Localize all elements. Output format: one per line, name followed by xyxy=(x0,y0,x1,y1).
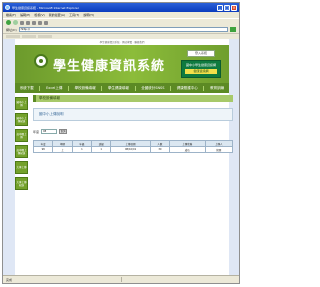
maximize-button[interactable]: □ xyxy=(224,4,230,11)
sidebar-item-label: 高中職上傳 xyxy=(16,132,27,139)
menu-tools[interactable]: 工具(T) xyxy=(69,13,79,17)
table-cell: 上 xyxy=(52,146,73,153)
menu-favorites[interactable]: 我的最愛(A) xyxy=(49,13,65,17)
sidebar-item-label: 國中小上傳 xyxy=(16,100,27,107)
site-logo xyxy=(34,54,48,68)
nav-divider xyxy=(39,85,41,91)
breadcrumb: 學校設備填報 xyxy=(33,95,233,102)
go-button[interactable] xyxy=(230,27,236,32)
table-cell: 98/10/01 xyxy=(110,146,151,153)
security-zone xyxy=(120,277,237,282)
menu-file[interactable]: 檔案(F) xyxy=(6,13,16,17)
ie-icon xyxy=(5,5,10,10)
nav-item-download[interactable]: 系統下載 xyxy=(20,86,34,91)
sidebar-item-label: 大專上傳 xyxy=(16,166,27,169)
toolbar xyxy=(3,18,239,26)
table-cell: 30 xyxy=(149,146,171,153)
refresh-icon[interactable] xyxy=(26,20,30,25)
page-viewport: 學生健康資訊系統 ‧ 網站導覽 ‧ 聯絡我們 學生健康資訊系統 登入系統 國中小… xyxy=(3,39,239,275)
sidebar-item-high-upload[interactable]: 高中職上傳 xyxy=(15,129,28,142)
sidebar-item-college-records[interactable]: 大專上傳紀錄 xyxy=(15,177,28,190)
query-row: 年度 98 查詢 xyxy=(33,129,233,134)
upload-table: 年度 學期 年級 班級 上傳日期 人數 上傳狀態 上傳人 98 上 1 1 98… xyxy=(32,140,234,153)
promo-banner[interactable]: 國中小學生健康資訊網 健康資訊網 xyxy=(181,60,221,78)
close-button[interactable]: × xyxy=(231,4,237,11)
nav-divider xyxy=(203,85,205,91)
breadcrumb-label: 學校設備填報 xyxy=(39,96,60,100)
sidebar-item-label: 高中職上傳紀錄 xyxy=(16,148,27,155)
panel-header: 國中小上傳說明 xyxy=(33,108,233,121)
table-row[interactable]: 98 上 1 1 98/10/01 30 成功 管理 xyxy=(32,146,234,153)
home-icon[interactable] xyxy=(32,20,36,25)
table-cell: 管理 xyxy=(204,146,234,153)
sidebar-item-label: 國中小上傳紀錄 xyxy=(16,116,27,123)
stop-icon[interactable] xyxy=(20,20,24,25)
search-icon[interactable] xyxy=(38,20,42,25)
address-input[interactable]: http:// xyxy=(18,27,228,32)
status-text: 完成 xyxy=(6,277,13,282)
sidebar-item-elementary-records[interactable]: 國中小上傳紀錄 xyxy=(15,113,28,126)
browser-window: 學生健康資訊系統 - Microsoft Internet Explorer _… xyxy=(2,2,240,284)
back-icon[interactable] xyxy=(6,20,11,25)
site-banner: 學生健康資訊系統 登入系統 國中小學生健康資訊網 健康資訊網 xyxy=(15,45,229,83)
nav-divider xyxy=(68,85,70,91)
nav-item-care-center[interactable]: 健康照護中心 xyxy=(177,86,198,91)
sidebar-item-high-records[interactable]: 高中職上傳紀錄 xyxy=(15,145,28,158)
favorites-icon[interactable] xyxy=(44,20,48,25)
address-bar: 網址(D) http:// xyxy=(3,26,239,33)
year-select[interactable]: 98 xyxy=(41,129,58,134)
menu-edit[interactable]: 編輯(E) xyxy=(20,13,30,17)
table-cell: 成功 xyxy=(169,146,206,153)
link-item[interactable] xyxy=(6,35,20,38)
sidebar: 國中小上傳 國中小上傳紀錄 高中職上傳 高中職上傳紀錄 大專上傳 大專上傳紀錄 xyxy=(15,97,28,193)
main-nav: 系統下載 Excel上傳 學校設備填報 學生健康填報 全國統計SNSS 健康照護… xyxy=(15,83,229,93)
sidebar-item-elementary-upload[interactable]: 國中小上傳 xyxy=(15,97,28,110)
title-bar: 學生健康資訊系統 - Microsoft Internet Explorer _… xyxy=(3,3,239,12)
nav-divider xyxy=(170,85,172,91)
nav-item-excel-upload[interactable]: Excel上傳 xyxy=(46,86,62,91)
nav-divider xyxy=(134,85,136,91)
menu-help[interactable]: 說明(H) xyxy=(83,13,94,17)
window-title: 學生健康資訊系統 - Microsoft Internet Explorer xyxy=(12,5,79,10)
nav-item-national-stats[interactable]: 全國統計SNSS xyxy=(141,86,164,91)
sidebar-item-college-upload[interactable]: 大專上傳 xyxy=(15,161,28,174)
minimize-button[interactable]: _ xyxy=(217,4,223,11)
nav-divider xyxy=(101,85,103,91)
promo-mid-text: 健康資訊網 xyxy=(185,69,217,74)
table-cell: 1 xyxy=(91,146,112,153)
site-title: 學生健康資訊系統 xyxy=(53,59,166,74)
address-label: 網址(D) xyxy=(6,27,17,32)
sidebar-item-label: 大專上傳紀錄 xyxy=(16,180,27,187)
menu-view[interactable]: 檢視(V) xyxy=(34,13,44,17)
site-container: 學生健康資訊系統 ‧ 網站導覽 ‧ 聯絡我們 學生健康資訊系統 登入系統 國中小… xyxy=(15,39,229,275)
status-bar: 完成 xyxy=(3,275,239,283)
nav-item-student-health[interactable]: 學生健康填報 xyxy=(108,86,129,91)
table-cell: 1 xyxy=(71,146,93,153)
table-cell: 98 xyxy=(32,146,54,153)
panel-title: 國中小上傳說明 xyxy=(39,112,64,116)
top-links-text[interactable]: 學生健康資訊系統 ‧ 網站導覽 ‧ 聯絡我們 xyxy=(100,40,145,44)
nav-item-training[interactable]: 教育訓練 xyxy=(210,86,224,91)
year-label: 年度 xyxy=(33,129,40,134)
query-button[interactable]: 查詢 xyxy=(59,129,68,134)
promo-top-text: 國中小學生健康資訊網 xyxy=(185,63,216,67)
login-button[interactable]: 登入系統 xyxy=(187,50,215,57)
forward-icon[interactable] xyxy=(13,20,18,25)
link-item[interactable] xyxy=(22,35,36,38)
main-content: 學校設備填報 國中小上傳說明 年度 98 查詢 年度 學期 年級 班級 上傳日期 xyxy=(32,95,234,153)
link-item[interactable] xyxy=(38,35,52,38)
nav-item-school-equipment[interactable]: 學校設備填報 xyxy=(75,86,96,91)
